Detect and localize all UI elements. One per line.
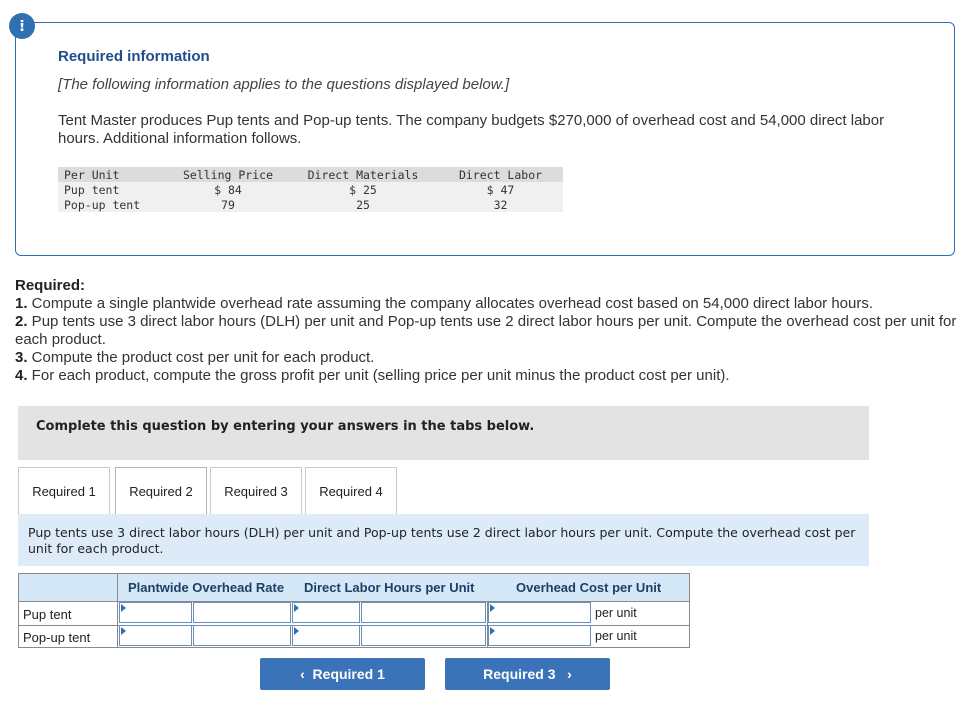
header-overhead-cost: Overhead Cost per Unit <box>516 580 662 595</box>
input-popup-overhead-cost[interactable] <box>488 625 591 646</box>
chevron-left-icon: ‹ <box>300 666 305 682</box>
info-description: Tent Master produces Pup tents and Pop-u… <box>58 112 885 147</box>
header-direct-materials: Direct Materials <box>288 167 438 182</box>
header-selling-price: Selling Price <box>168 167 288 182</box>
triangle-marker-icon <box>294 627 299 635</box>
required-item: 3. Compute the product cost per unit for… <box>15 349 375 366</box>
triangle-marker-icon <box>490 604 495 612</box>
info-note: [The following information applies to th… <box>58 76 510 93</box>
instruction-text: Pup tents use 3 direct labor hours (DLH)… <box>28 525 856 556</box>
column-divider <box>117 574 118 647</box>
input-pup-dlh-per-unit[interactable] <box>292 602 360 623</box>
previous-required-1-button[interactable]: ‹ Required 1 <box>260 658 425 690</box>
cell-direct-materials: 25 <box>288 197 438 212</box>
suffix-per-unit: per unit <box>595 629 637 643</box>
cell-selling-price: 79 <box>168 197 288 212</box>
header-plantwide-overhead-rate: Plantwide Overhead Rate <box>128 580 285 595</box>
table-header-row: Per Unit Selling Price Direct Materials … <box>58 167 563 182</box>
required-list: Required: 1. Compute a single plantwide … <box>15 277 960 385</box>
next-required-3-button[interactable]: Required 3 › <box>445 658 610 690</box>
suffix-per-unit: per unit <box>595 606 637 620</box>
header-per-unit: Per Unit <box>58 167 168 182</box>
header-direct-labor: Direct Labor <box>438 167 563 182</box>
tab-required-2[interactable]: Required 2 <box>115 467 207 514</box>
input-popup-dlh-unit[interactable] <box>361 625 486 646</box>
required-heading: Required: <box>15 277 86 294</box>
cell-selling-price: $ 84 <box>168 182 288 197</box>
input-popup-rate-unit[interactable] <box>193 625 291 646</box>
triangle-marker-icon <box>294 604 299 612</box>
header-direct-labor-hours: Direct Labor Hours per Unit <box>304 580 475 595</box>
required-item: 2. Pup tents use 3 direct labor hours (D… <box>15 313 957 348</box>
cell-direct-labor: $ 47 <box>438 182 563 197</box>
input-popup-plantwide-rate[interactable] <box>119 625 192 646</box>
cell-direct-labor: 32 <box>438 197 563 212</box>
tab-required-3[interactable]: Required 3 <box>210 467 302 514</box>
tab-required-4[interactable]: Required 4 <box>305 467 397 514</box>
required-item: 4. For each product, compute the gross p… <box>15 367 730 384</box>
input-pup-rate-unit[interactable] <box>193 602 291 623</box>
tab-required-1[interactable]: Required 1 <box>18 467 110 514</box>
triangle-marker-icon <box>121 604 126 612</box>
answer-table: Plantwide Overhead Rate Direct Labor Hou… <box>18 573 690 648</box>
input-pup-overhead-cost[interactable] <box>488 602 591 623</box>
triangle-marker-icon <box>490 627 495 635</box>
next-button-label: Required 3 <box>483 666 556 682</box>
instruction-panel: Pup tents use 3 direct labor hours (DLH)… <box>18 514 869 566</box>
answer-table-header: Plantwide Overhead Rate Direct Labor Hou… <box>19 574 689 602</box>
complete-question-banner: Complete this question by entering your … <box>18 406 869 460</box>
required-item: 1. Compute a single plantwide overhead r… <box>15 295 874 312</box>
cell-direct-materials: $ 25 <box>288 182 438 197</box>
row-label-pop-up-tent: Pop-up tent <box>23 630 91 645</box>
input-pup-plantwide-rate[interactable] <box>119 602 192 623</box>
row-label-pup-tent: Pup tent <box>23 607 72 622</box>
input-popup-dlh-per-unit[interactable] <box>292 625 360 646</box>
per-unit-data-table: Per Unit Selling Price Direct Materials … <box>58 167 563 212</box>
cell-product: Pop-up tent <box>58 197 168 212</box>
input-pup-dlh-unit[interactable] <box>361 602 486 623</box>
table-row: Pup tent $ 84 $ 25 $ 47 <box>58 182 563 197</box>
info-title: Required information <box>58 48 210 65</box>
complete-question-text: Complete this question by entering your … <box>36 419 535 434</box>
chevron-right-icon: › <box>567 666 572 682</box>
table-row: Pop-up tent 79 25 32 <box>58 197 563 212</box>
triangle-marker-icon <box>121 627 126 635</box>
cell-product: Pup tent <box>58 182 168 197</box>
previous-button-label: Required 1 <box>312 666 385 682</box>
